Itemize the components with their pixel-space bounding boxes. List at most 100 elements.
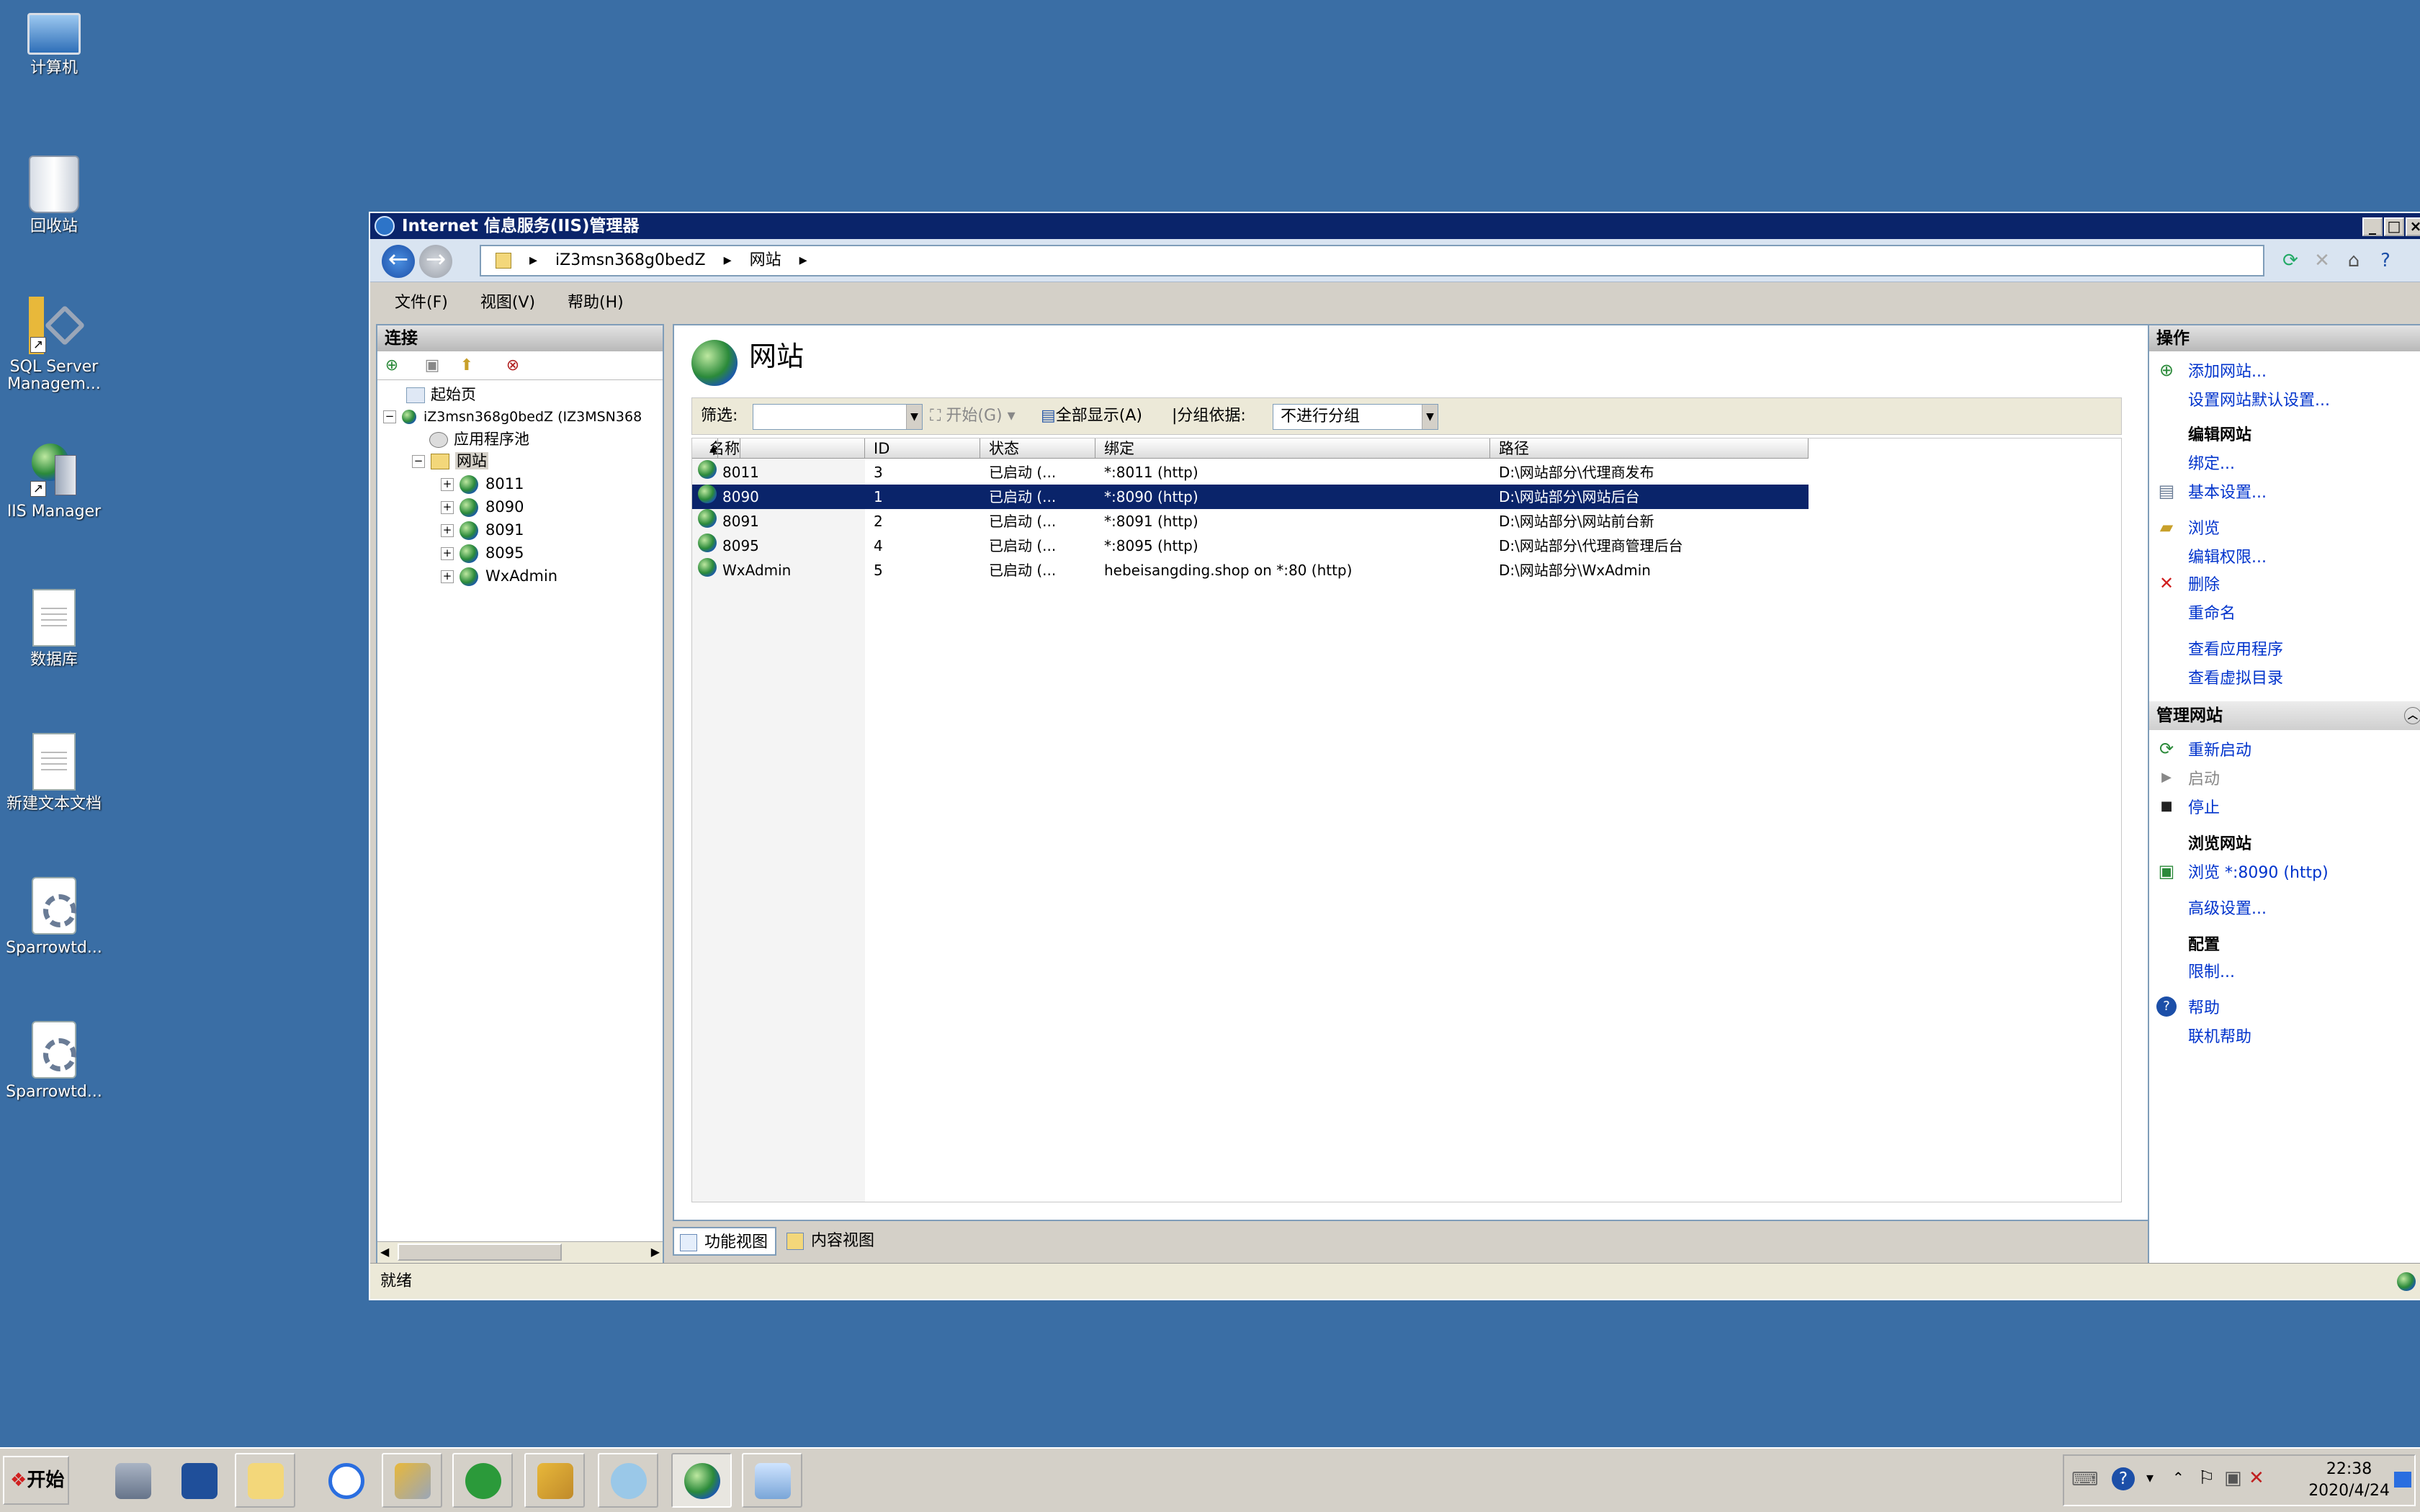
expand-icon[interactable]: + <box>441 570 454 583</box>
tree-item-site-8090[interactable]: +8090 <box>441 495 524 518</box>
action-view-vdirs[interactable]: 查看虚拟目录 <box>2188 665 2283 693</box>
flag-icon[interactable]: ⚐ <box>2198 1467 2215 1489</box>
connect-icon[interactable]: ⊕ <box>383 357 400 374</box>
taskbar-key-tool[interactable] <box>524 1453 585 1508</box>
clock[interactable]: 22:38 2020/4/24 <box>2308 1459 2390 1502</box>
show-all-button[interactable]: ▤全部显示(A) <box>1041 398 1142 434</box>
scrollbar-thumb[interactable] <box>398 1243 562 1261</box>
go-button[interactable]: ⛶ 开始(G) ▾ <box>930 398 1016 434</box>
taskbar-server-manager[interactable] <box>102 1453 163 1508</box>
action-limits[interactable]: 限制... <box>2188 959 2235 986</box>
tree-item-sites[interactable]: − 网站 <box>412 449 488 472</box>
expand-icon[interactable]: + <box>441 524 454 537</box>
help-tray-icon[interactable]: ? <box>2112 1467 2135 1490</box>
maximize-button[interactable]: □ <box>2384 217 2404 236</box>
up-folder-icon[interactable]: ⬆ <box>458 357 475 374</box>
desktop-icon-new-text-doc[interactable]: 新建文本文档 <box>0 733 108 814</box>
table-row[interactable]: 8011 3 已启动 (... *:8011 (http) D:\网站部分\代理商发布 <box>692 460 1809 485</box>
back-button[interactable]: ← <box>382 245 415 278</box>
desktop-icon-sql-server[interactable]: ↗ SQL Server Managem... <box>0 297 108 393</box>
forward-button[interactable]: → <box>419 245 452 278</box>
chevron-up-icon[interactable]: ⌃ <box>2172 1469 2184 1486</box>
action-remove[interactable]: 删除 <box>2188 572 2220 599</box>
tree-item-start-page[interactable]: 起始页 <box>406 383 476 406</box>
table-row[interactable]: 8090 1 已启动 (... *:8090 (http) D:\网站部分\网站后台 <box>692 485 1809 509</box>
expand-icon[interactable]: + <box>441 501 454 514</box>
chevron-down-icon[interactable]: ▼ <box>1422 405 1438 429</box>
action-stop[interactable]: 停止 <box>2188 795 2220 822</box>
taskbar-iis-manager[interactable] <box>671 1453 732 1508</box>
action-add-site[interactable]: 添加网站... <box>2188 359 2267 386</box>
chevron-down-icon[interactable]: ▾ <box>2146 1469 2154 1486</box>
collapse-icon[interactable]: − <box>412 455 425 468</box>
filter-input[interactable]: ▼ <box>753 404 923 430</box>
desktop-icon-recycle-bin[interactable]: 回收站 <box>0 156 108 236</box>
action-basic-settings[interactable]: 基本设置... <box>2188 480 2267 507</box>
close-button[interactable]: × <box>2406 217 2420 236</box>
action-edit-permissions[interactable]: 编辑权限... <box>2188 544 2267 572</box>
scroll-right-icon[interactable]: ▶ <box>651 1245 660 1259</box>
tree-item-site-8095[interactable]: +8095 <box>441 541 524 564</box>
home-icon[interactable]: ⌂ <box>2342 249 2365 272</box>
desktop-icon-database[interactable]: 数据库 <box>0 589 108 670</box>
stop-icon[interactable]: ✕ <box>2311 249 2334 272</box>
action-explore[interactable]: 浏览 <box>2188 516 2220 543</box>
taskbar-explorer[interactable] <box>235 1453 295 1508</box>
minimize-button[interactable]: _ <box>2362 217 2383 236</box>
column-header-binding[interactable]: 绑定 <box>1095 438 1490 459</box>
taskbar-chat[interactable] <box>598 1453 658 1508</box>
breadcrumb-server[interactable]: iZ3msn368g0bedZ <box>555 251 706 269</box>
start-button[interactable]: ❖开始 <box>3 1456 69 1505</box>
expand-icon[interactable]: + <box>441 547 454 560</box>
collapse-section-icon[interactable]: ︿ <box>2404 707 2420 724</box>
tab-content-view[interactable]: 内容视图 <box>781 1227 882 1256</box>
breadcrumb-sites[interactable]: 网站 <box>750 251 781 269</box>
column-header-name[interactable]: 名称 ▲ <box>692 438 865 459</box>
menu-file[interactable]: 文件(F) <box>395 294 448 312</box>
table-row[interactable]: 8095 4 已启动 (... *:8095 (http) D:\网站部分\代理商管理后… <box>692 534 1809 558</box>
refresh-icon[interactable]: ⟳ <box>2279 249 2302 272</box>
network-tray-icon[interactable]: ▣ <box>2224 1467 2242 1489</box>
title-bar[interactable]: Internet 信息服务(IIS)管理器 _ □ × <box>370 213 2420 239</box>
tree-item-site-wxadmin[interactable]: + WxAdmin <box>441 564 557 588</box>
tab-features-view[interactable]: 功能视图 <box>673 1227 777 1256</box>
taskbar-remote[interactable] <box>742 1453 802 1508</box>
menu-help[interactable]: 帮助(H) <box>568 294 624 312</box>
menu-view[interactable]: 视图(V) <box>480 294 535 312</box>
action-online-help[interactable]: 联机帮助 <box>2188 1024 2251 1051</box>
tree-item-site-8011[interactable]: +8011 <box>441 472 524 495</box>
volume-muted-icon[interactable]: ✕ <box>2249 1467 2264 1489</box>
taskbar-powershell[interactable] <box>169 1453 229 1508</box>
column-header-status[interactable]: 状态 <box>980 438 1095 459</box>
save-icon[interactable]: ▣ <box>424 357 441 374</box>
horizontal-scrollbar[interactable]: ◀ ▶ <box>377 1241 663 1263</box>
column-header-id[interactable]: ID <box>865 438 980 459</box>
desktop-icon-computer[interactable]: 计算机 <box>0 13 108 78</box>
tree-item-server[interactable]: − iZ3msn368g0bedZ (IZ3MSN368 <box>383 405 642 428</box>
action-advanced-settings[interactable]: 高级设置... <box>2188 896 2267 923</box>
show-desktop-icon[interactable] <box>2394 1472 2411 1488</box>
taskbar-sync[interactable] <box>452 1453 513 1508</box>
table-row[interactable]: 8091 2 已启动 (... *:8091 (http) D:\网站部分\网站前台新 <box>692 509 1809 534</box>
desktop-icon-iis-manager[interactable]: ↗ IIS Manager <box>0 441 108 521</box>
taskbar-baidu-netdisk[interactable] <box>315 1453 376 1508</box>
action-help[interactable]: 帮助 <box>2188 995 2220 1022</box>
expand-icon[interactable]: + <box>441 478 454 491</box>
scroll-left-icon[interactable]: ◀ <box>380 1245 389 1259</box>
action-start[interactable]: 启动 <box>2188 766 2220 793</box>
tree-item-site-8091[interactable]: +8091 <box>441 518 524 541</box>
help-icon[interactable]: ? <box>2374 249 2397 272</box>
taskbar-sql-tools[interactable] <box>382 1453 442 1508</box>
table-row[interactable]: WxAdmin 5 已启动 (... hebeisangding.shop on *:… <box>692 558 1809 582</box>
address-bar[interactable]: ▸ iZ3msn368g0bedZ ▸ 网站 ▸ <box>480 245 2264 276</box>
action-browse-8090[interactable]: 浏览 *:8090 (http) <box>2188 860 2329 887</box>
column-header-path[interactable]: 路径 <box>1490 438 1809 459</box>
keyboard-icon[interactable]: ⌨ <box>2071 1469 2099 1490</box>
action-set-defaults[interactable]: 设置网站默认设置... <box>2188 387 2330 415</box>
action-restart[interactable]: 重新启动 <box>2188 737 2251 765</box>
group-manage-site[interactable]: 管理网站 ︿ <box>2149 701 2420 730</box>
action-bindings[interactable]: 绑定... <box>2188 451 2235 478</box>
desktop-icon-sparrow-1[interactable]: Sparrowtd... <box>0 877 108 958</box>
chevron-down-icon[interactable]: ▼ <box>906 405 922 429</box>
group-by-select[interactable]: 不进行分组 ▼ <box>1273 404 1438 430</box>
